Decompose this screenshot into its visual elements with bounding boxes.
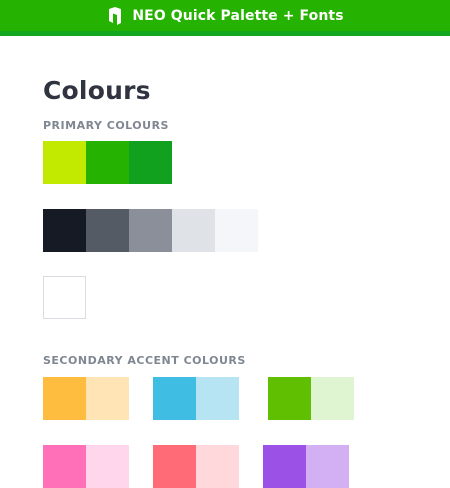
accent-yellow-primary: [43, 377, 86, 420]
accent-pair-pink: [43, 445, 129, 488]
accent-green-primary: [268, 377, 311, 420]
accent-pair-blue: [153, 377, 239, 420]
neutral-swatch-4: [172, 209, 215, 252]
app-header: NEO Quick Palette + Fonts: [0, 0, 450, 36]
white-colour-row: [43, 276, 86, 319]
accent-purple-primary: [263, 445, 306, 488]
app-title: NEO Quick Palette + Fonts: [132, 7, 344, 24]
accent-pink-light: [86, 445, 129, 488]
neutral-swatch-5: [215, 209, 258, 252]
accent-pair-yellow: [43, 377, 129, 420]
accent-green-light: [311, 377, 354, 420]
accent-pink-primary: [43, 445, 86, 488]
neutral-swatch-3: [129, 209, 172, 252]
accent-yellow-light: [86, 377, 129, 420]
accent-red-light: [196, 445, 239, 488]
primary-colour-row: [43, 141, 172, 184]
primary-swatch-3: [129, 141, 172, 184]
accent-blue-light: [196, 377, 239, 420]
accent-pair-red: [153, 445, 239, 488]
accent-purple-light: [306, 445, 349, 488]
white-swatch: [43, 276, 86, 319]
neutral-swatch-2: [86, 209, 129, 252]
page-title: Colours: [43, 76, 151, 105]
neutral-colour-row: [43, 209, 258, 252]
primary-colours-label: PRIMARY COLOURS: [43, 119, 169, 132]
accent-pair-purple: [263, 445, 349, 488]
accent-pair-green: [268, 377, 354, 420]
accent-blue-primary: [153, 377, 196, 420]
secondary-accent-colours-label: SECONDARY ACCENT COLOURS: [43, 354, 246, 367]
neo-logo-icon: [106, 6, 124, 25]
primary-swatch-1: [43, 141, 86, 184]
accent-red-primary: [153, 445, 196, 488]
primary-swatch-2: [86, 141, 129, 184]
neutral-swatch-1: [43, 209, 86, 252]
colours-section: Colours PRIMARY COLOURS SECONDARY ACCENT…: [43, 76, 423, 488]
